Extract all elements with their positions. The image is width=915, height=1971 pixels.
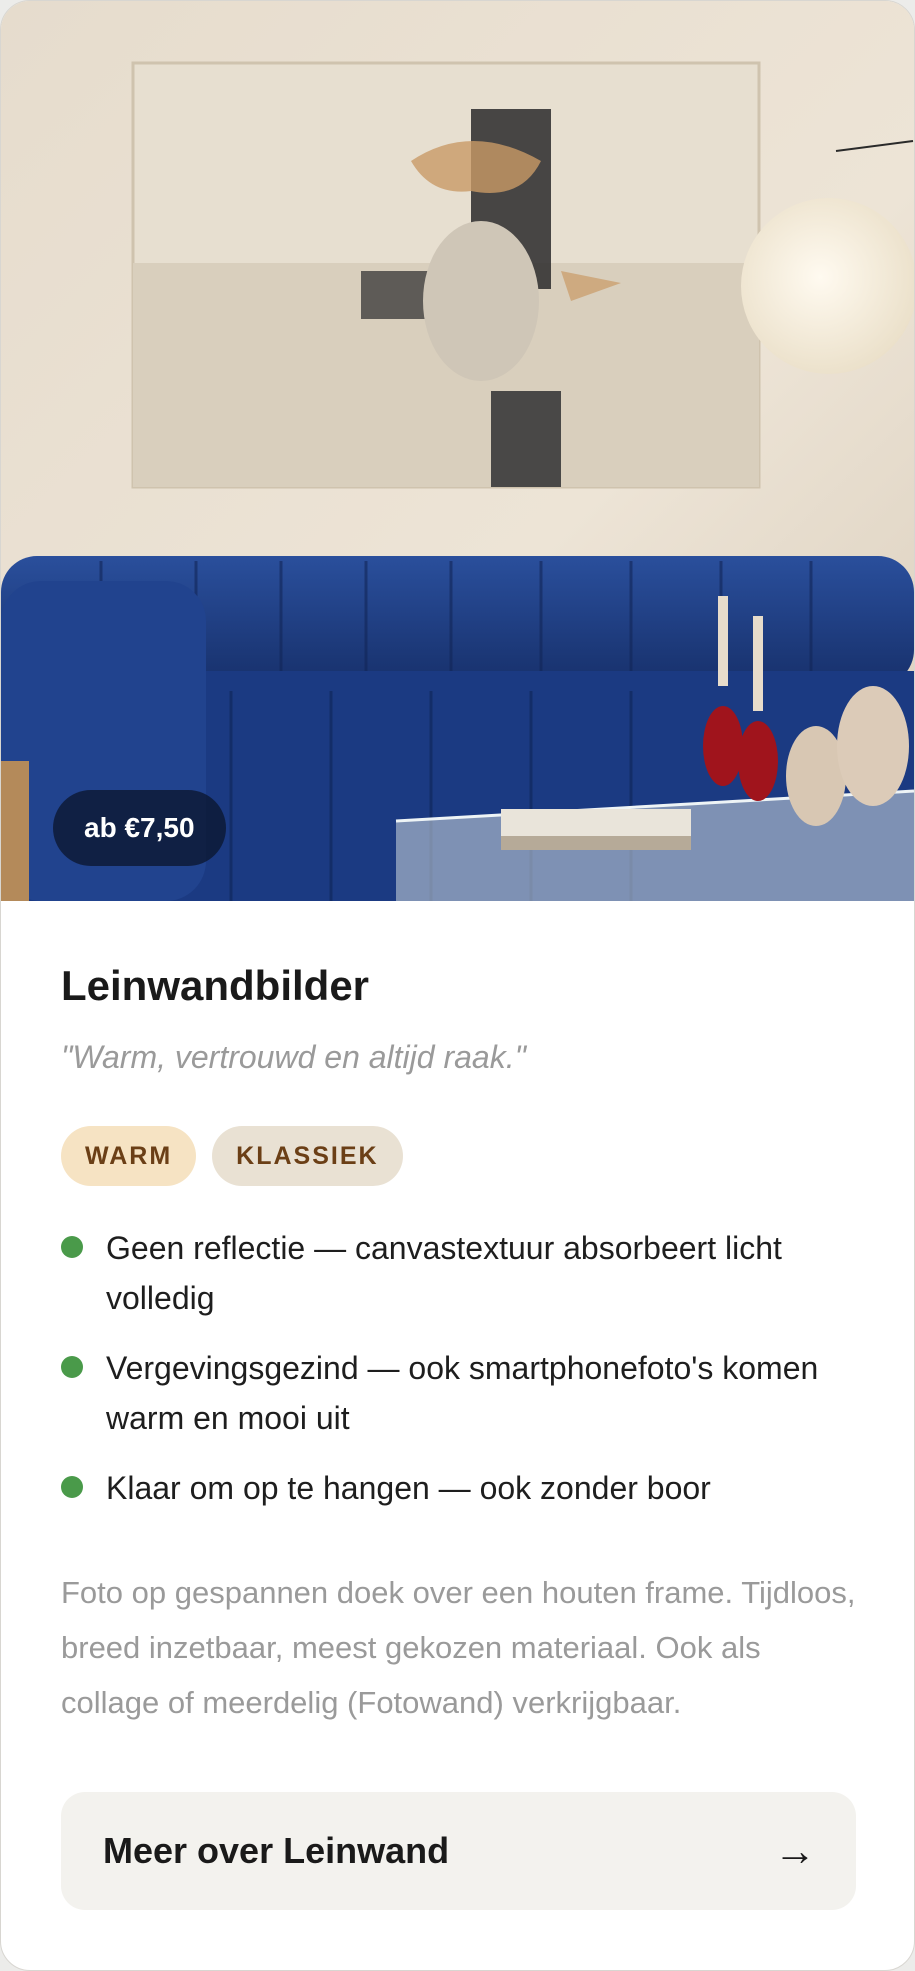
cta-label: Meer over Leinwand [103,1830,450,1871]
feature-text: Geen reflectie — canvastextuur absorbeer… [106,1230,782,1316]
product-tagline: "Warm, vertrouwd en altijd raak." [61,1039,526,1075]
product-description: Foto op gespannen doek over een houten f… [61,1575,856,1720]
bullet-dot-icon [61,1356,83,1378]
more-about-canvas-button[interactable]: Meer over Leinwand → [61,1792,856,1910]
feature-text: Vergevingsgezind — ook smartphonefoto's … [106,1350,819,1436]
feature-item: Klaar om op te hangen — ook zonder boor [61,1463,856,1513]
tag-klassiek: KLASSIEK [212,1126,403,1186]
feature-item: Vergevingsgezind — ook smartphonefoto's … [61,1343,856,1443]
feature-text: Klaar om op te hangen — ook zonder boor [106,1470,711,1506]
arrow-right-icon: → [774,1827,816,1874]
tag-list: WARM KLASSIEK [61,1126,403,1186]
living-room-illustration [1,1,914,901]
feature-list: Geen reflectie — canvastextuur absorbeer… [61,1223,856,1533]
hero-image: ab €7,50 [1,1,914,901]
bullet-dot-icon [61,1236,83,1258]
feature-item: Geen reflectie — canvastextuur absorbeer… [61,1223,856,1323]
bullet-dot-icon [61,1476,83,1498]
product-card[interactable]: ab €7,50 Leinwandbilder "Warm, vertrouwd… [0,0,915,1971]
product-title: Leinwandbilder [61,962,370,1009]
tag-warm: WARM [61,1126,197,1186]
price-badge: ab €7,50 [53,790,226,866]
